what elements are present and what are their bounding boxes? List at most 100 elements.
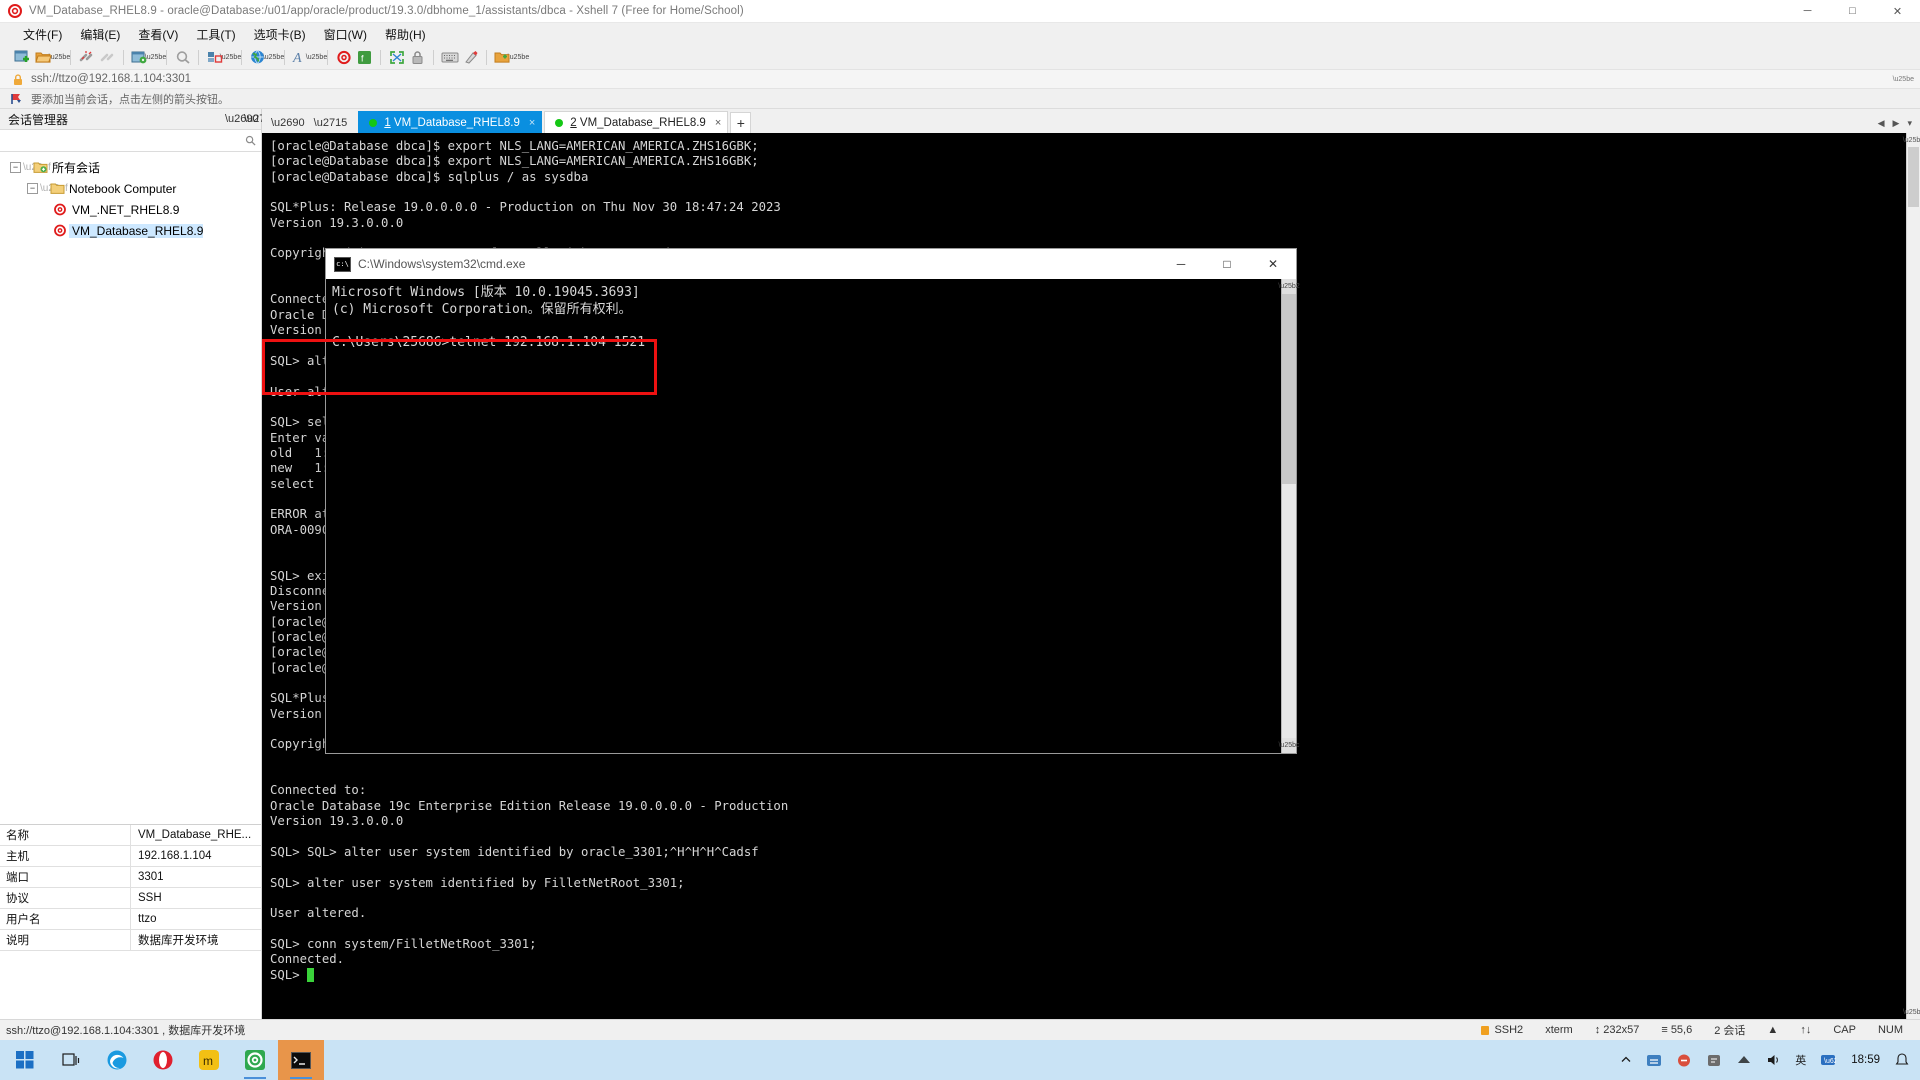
menu-tools[interactable]: 工具(T) <box>187 24 244 45</box>
layout-icon[interactable] <box>204 47 225 67</box>
taskbar-app3[interactable]: m <box>186 1040 232 1080</box>
address-url[interactable]: ssh://ttzo@192.168.1.104:3301 <box>31 73 191 85</box>
font-dropdown-icon[interactable]: \u25be <box>306 47 327 67</box>
session-properties-dropdown-icon[interactable]: \u25be <box>145 47 166 67</box>
close-icon[interactable]: \u2715 <box>314 117 348 129</box>
session-properties-icon[interactable] <box>129 47 150 67</box>
session-search-box[interactable] <box>0 130 261 152</box>
connect-icon[interactable] <box>97 47 118 67</box>
disconnect-icon[interactable] <box>76 47 97 67</box>
cmd-window-controls: ─ □ ✕ <box>1158 249 1296 279</box>
find-icon[interactable] <box>172 47 193 67</box>
status-protocol[interactable]: SSH2 <box>1470 1024 1534 1036</box>
menu-edit[interactable]: 编辑(E) <box>71 24 129 45</box>
cmd-scroll-thumb[interactable] <box>1282 294 1296 484</box>
menu-file[interactable]: 文件(F) <box>14 24 71 45</box>
font-icon[interactable]: A <box>290 47 311 67</box>
cmd-scrollbar[interactable]: \u25b2 \u25bc <box>1278 279 1300 753</box>
pin-icon[interactable]: \u2690 <box>225 113 259 125</box>
globe-icon[interactable] <box>247 47 268 67</box>
tab-close-icon[interactable]: × <box>715 117 721 129</box>
tray-input-method-icon[interactable]: \u62fc <box>1813 1053 1843 1067</box>
tab-nav-right-icon[interactable]: ▶ <box>1893 118 1900 129</box>
pin-icon[interactable]: \u2690 <box>271 117 305 129</box>
property-key: 端口 <box>0 867 131 887</box>
close-icon[interactable]: \u2715 <box>244 113 278 125</box>
cmd-scroll-up-icon[interactable]: \u25b2 <box>1278 279 1300 294</box>
status-terminal-type[interactable]: xterm <box>1534 1024 1584 1036</box>
session-tree[interactable]: − \u22ef 所有会话 − \u22ef <box>0 152 261 824</box>
address-bar[interactable]: ssh://ttzo@192.168.1.104:3301 \u25be <box>0 69 1920 89</box>
tab-2[interactable]: 2 VM_Database_RHEL8.9 × <box>544 111 729 133</box>
tree-node-vm-database-rhel[interactable]: VM_Database_RHEL8.9 <box>0 220 261 241</box>
status-transfer[interactable]: ↑↓ <box>1789 1024 1822 1036</box>
xftp-icon[interactable]: f <box>354 47 375 67</box>
close-button[interactable]: ✕ <box>1875 0 1920 23</box>
tray-expand-icon[interactable] <box>1613 1054 1639 1066</box>
taskbar-xshell[interactable] <box>232 1040 278 1080</box>
xshell-quick-icon[interactable] <box>333 47 354 67</box>
tab-nav-left-icon[interactable]: ◀ <box>1878 118 1885 129</box>
taskbar-edge[interactable] <box>94 1040 140 1080</box>
menu-help[interactable]: 帮助(H) <box>376 24 435 45</box>
tree-node-vm-net-rhel[interactable]: VM_.NET_RHEL8.9 <box>0 199 261 220</box>
windows-start-icon[interactable] <box>2 1040 48 1080</box>
new-tab-button[interactable]: + <box>730 112 752 133</box>
tab-close-icon[interactable]: × <box>529 117 535 129</box>
minimize-button[interactable]: ─ <box>1785 0 1830 23</box>
cmd-close-button[interactable]: ✕ <box>1250 249 1296 279</box>
scroll-thumb[interactable] <box>1908 147 1919 207</box>
status-num: NUM <box>1877 1024 1903 1036</box>
new-session-icon[interactable] <box>12 47 33 67</box>
transfer-folder-dropdown-icon[interactable]: \u25be <box>508 47 529 67</box>
tray-network-icon[interactable] <box>1729 1053 1759 1067</box>
cmd-icon: c:\ <box>334 256 351 272</box>
tab-list-icon[interactable]: ▾ <box>1907 118 1912 129</box>
cmd-minimize-button[interactable]: ─ <box>1158 249 1204 279</box>
open-folder-icon[interactable] <box>33 47 54 67</box>
menu-tabs[interactable]: 选项卡(B) <box>245 24 315 45</box>
taskbar-cmd[interactable] <box>278 1040 324 1080</box>
tree-node-notebook-computer[interactable]: − \u22ef Notebook Computer <box>0 178 261 199</box>
open-folder-dropdown-icon[interactable]: \u25be <box>49 47 70 67</box>
tab-1[interactable]: 1 VM_Database_RHEL8.9 × <box>358 111 543 133</box>
expander-icon[interactable]: − <box>10 162 21 173</box>
highlight-pen-icon[interactable] <box>460 47 481 67</box>
status-session-count[interactable]: 2 会话 <box>1703 1022 1756 1038</box>
cmd-window[interactable]: c:\ C:\Windows\system32\cmd.exe ─ □ ✕ Mi… <box>262 248 1300 754</box>
window-title: VM_Database_RHEL8.9 - oracle@Database:/u… <box>29 5 744 17</box>
property-key: 名称 <box>0 825 131 845</box>
cmd-body[interactable]: Microsoft Windows [版本 10.0.19045.3693] (… <box>262 279 1300 753</box>
taskbar-clock[interactable]: 18:59 <box>1843 1053 1888 1067</box>
cmd-scroll-down-icon[interactable]: \u25bc <box>1278 738 1300 753</box>
notifications-icon[interactable] <box>1888 1053 1916 1067</box>
tray-app-b-icon[interactable] <box>1669 1053 1699 1068</box>
tray-app-a-icon[interactable] <box>1639 1053 1669 1068</box>
keyboard-icon[interactable] <box>439 47 460 67</box>
menu-view[interactable]: 查看(V) <box>129 24 187 45</box>
layout-dropdown-icon[interactable]: \u25be <box>220 47 241 67</box>
tray-ime-icon[interactable]: 英 <box>1788 1052 1813 1068</box>
transfer-folder-icon[interactable] <box>492 47 513 67</box>
tree-node-all-sessions[interactable]: − \u22ef 所有会话 <box>0 157 261 178</box>
terminal-scrollbar[interactable]: \u25b2 \u25bc <box>1903 133 1920 1019</box>
expander-icon[interactable]: − <box>27 183 38 194</box>
scroll-up-icon[interactable]: \u25b2 <box>1903 133 1920 147</box>
tree-label: Notebook Computer <box>69 181 177 196</box>
menu-window[interactable]: 窗口(W) <box>315 24 376 45</box>
terminal-cursor <box>307 967 315 982</box>
fullscreen-icon[interactable] <box>386 47 407 67</box>
taskbar-opera[interactable] <box>140 1040 186 1080</box>
lock-session-icon[interactable] <box>407 47 428 67</box>
search-icon[interactable] <box>243 135 257 146</box>
chevron-down-icon[interactable]: \u25be <box>1893 76 1914 83</box>
tray-app-c-icon[interactable] <box>1699 1053 1729 1068</box>
scroll-down-icon[interactable]: \u25bc <box>1903 1005 1920 1019</box>
cmd-maximize-button[interactable]: □ <box>1204 249 1250 279</box>
globe-dropdown-icon[interactable]: \u25be <box>263 47 284 67</box>
tray-volume-icon[interactable] <box>1759 1053 1788 1067</box>
maximize-button[interactable]: □ <box>1830 0 1875 23</box>
session-search-input[interactable] <box>4 134 243 147</box>
status-expand[interactable]: ▲ <box>1756 1024 1789 1036</box>
task-view-icon[interactable] <box>48 1040 94 1080</box>
